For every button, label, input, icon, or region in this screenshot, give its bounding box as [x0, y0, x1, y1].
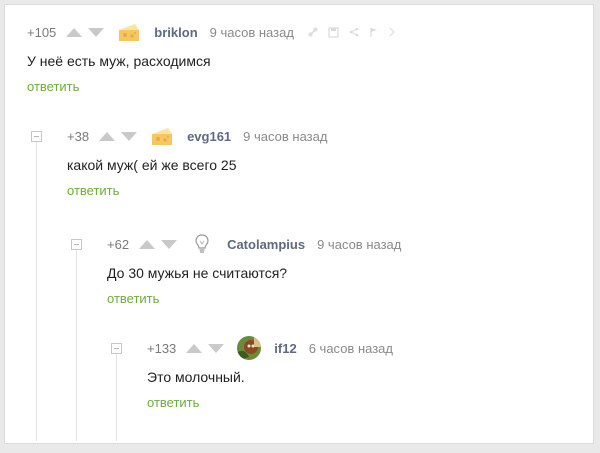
reply-link[interactable]: ответить	[67, 183, 119, 198]
comment-rating: +62	[107, 236, 130, 252]
upvote-icon[interactable]	[66, 27, 83, 37]
comment-text: У неё есть муж, расходимся	[27, 53, 211, 69]
comment-actions	[308, 26, 395, 38]
share-icon[interactable]	[349, 27, 359, 37]
cheese-icon[interactable]	[149, 123, 175, 149]
comment-header: +38 evg161 9 часов назад	[67, 123, 327, 149]
downvote-icon[interactable]	[208, 343, 225, 353]
comment-username[interactable]: evg161	[187, 129, 231, 144]
collapse-button[interactable]	[71, 239, 82, 250]
comment-rating: +105	[27, 24, 57, 40]
comment-header: +105 briklon 9 часов назад	[27, 19, 395, 45]
comment-username[interactable]: if12	[274, 341, 296, 356]
flag-icon[interactable]	[369, 27, 379, 38]
comment-time[interactable]: 9 часов назад	[317, 237, 401, 252]
collapse-button[interactable]	[111, 343, 122, 354]
downvote-icon[interactable]	[161, 239, 178, 249]
comment-rating: +38	[67, 128, 90, 144]
comment-time[interactable]: 6 часов назад	[309, 341, 393, 356]
comment-time[interactable]: 9 часов назад	[210, 25, 294, 40]
comment-time[interactable]: 9 часов назад	[243, 129, 327, 144]
comment-username[interactable]: briklon	[154, 25, 197, 40]
upvote-icon[interactable]	[99, 131, 116, 141]
downvote-icon[interactable]	[121, 131, 138, 141]
reply-link[interactable]: ответить	[27, 79, 79, 94]
comment-username[interactable]: Catolampius	[227, 237, 305, 252]
upvote-icon[interactable]	[139, 239, 156, 249]
reply-link[interactable]: ответить	[147, 395, 199, 410]
lightbulb-icon[interactable]	[189, 231, 215, 257]
comment-text: Это молочный.	[147, 369, 245, 385]
user-photo[interactable]	[236, 335, 262, 361]
thread-line	[76, 249, 77, 441]
reply-link[interactable]: ответить	[107, 291, 159, 306]
upvote-icon[interactable]	[186, 343, 203, 353]
collapse-button[interactable]	[31, 131, 42, 142]
thread-line	[36, 141, 37, 441]
thread-line	[116, 353, 117, 441]
comment-rating: +133	[147, 340, 177, 356]
comment-text: До 30 мужья не считаются?	[107, 265, 288, 281]
comment-header: +133 if12 6 часов назад	[147, 335, 393, 361]
cheese-icon[interactable]	[116, 19, 142, 45]
save-icon[interactable]	[328, 26, 339, 38]
more-icon[interactable]	[389, 27, 395, 37]
comment-text: какой муж( ей же всего 25	[67, 157, 237, 173]
comment-thread: +105 briklon 9 часов назад У неё есть му…	[4, 4, 594, 444]
downvote-icon[interactable]	[88, 27, 105, 37]
comment-header: +62 Catolampius 9 часов назад	[107, 231, 401, 257]
link-icon[interactable]	[308, 27, 318, 37]
